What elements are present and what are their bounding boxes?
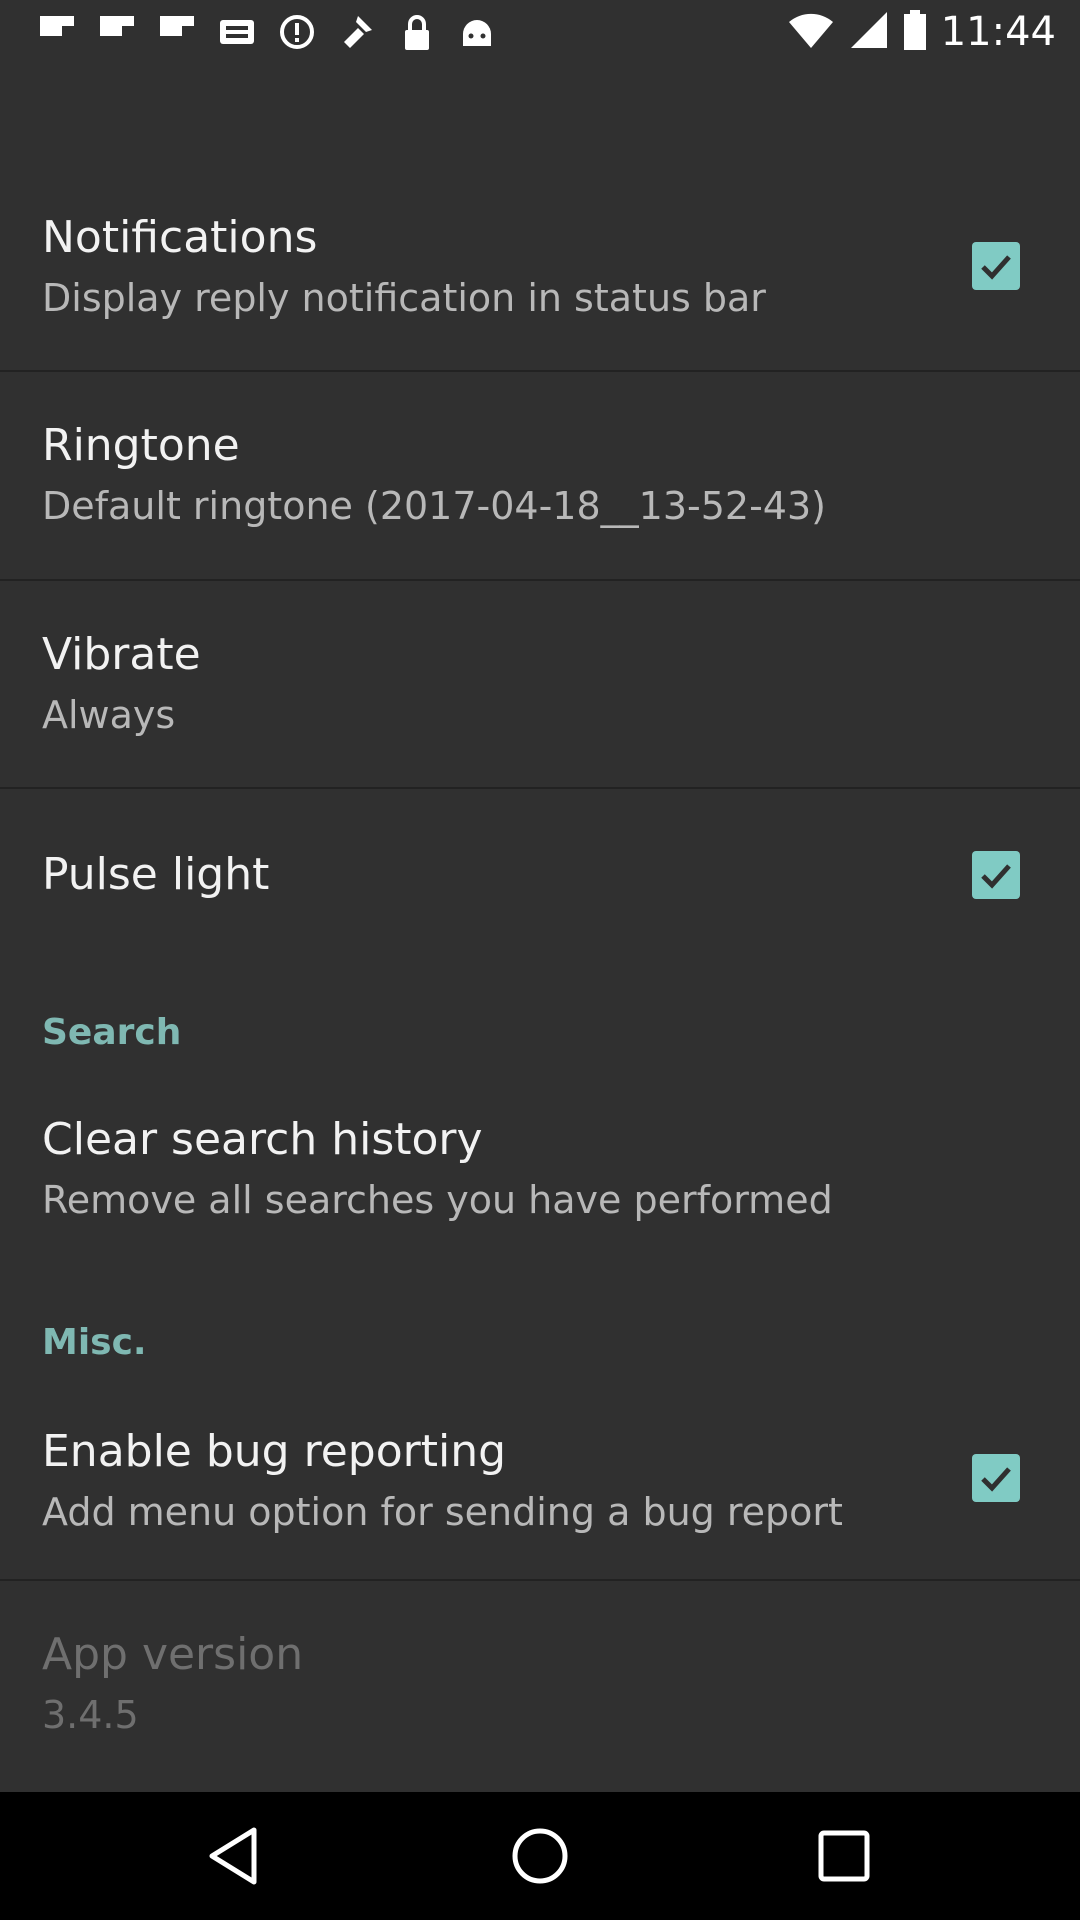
settings-screen: 11:44 Notifications Display reply notifi… [0,0,1080,1920]
checkmark-icon [981,1467,1011,1492]
clock: 11:44 [940,9,1056,55]
search-section-header: Search [42,1012,182,1053]
app-version-summary: 3.4.5 [42,1693,139,1737]
battery-icon [903,10,927,54]
back-icon [209,1827,257,1885]
signal-icon [849,10,889,54]
flipboard-icon [98,12,136,52]
app-version-setting: App version 3.4.5 [0,1581,1080,1788]
misc-section-header: Misc. [42,1322,147,1363]
enable-bug-reporting-checkbox[interactable] [972,1454,1020,1502]
flipboard-icon [158,12,196,52]
home-icon [512,1828,568,1884]
flipboard-icon [38,12,76,52]
home-button[interactable] [500,1816,580,1896]
pulse-light-setting[interactable]: Pulse light [0,789,1080,959]
wifi-icon [787,10,835,54]
alert-icon [278,12,316,52]
inbox-icon [218,12,256,52]
notifications-summary: Display reply notification in status bar [42,276,766,320]
enable-bug-reporting-setting[interactable]: Enable bug reporting Add menu option for… [0,1390,1080,1580]
status-system-icons: 11:44 [787,8,1056,56]
fake-gps-icon [338,12,376,52]
navigation-bar [0,1792,1080,1920]
app-version-title: App version [42,1629,304,1680]
notifications-checkbox[interactable] [972,242,1020,290]
pulse-light-checkbox[interactable] [972,851,1020,899]
vibrate-setting[interactable]: Vibrate Always [0,581,1080,788]
recents-button[interactable] [804,1816,884,1896]
ringtone-title: Ringtone [42,420,240,471]
status-notification-icons [38,10,496,54]
clear-search-history-title: Clear search history [42,1114,483,1165]
notifications-title: Notifications [42,212,318,263]
ringtone-setting[interactable]: Ringtone Default ringtone (2017-04-18__1… [0,372,1080,580]
clear-search-history-setting[interactable]: Clear search history Remove all searches… [0,1080,1080,1280]
pulse-light-title: Pulse light [42,849,270,900]
enable-bug-reporting-title: Enable bug reporting [42,1426,507,1477]
lock-icon [398,12,436,52]
checkmark-icon [981,864,1011,889]
clear-search-history-summary: Remove all searches you have performed [42,1178,833,1222]
vibrate-title: Vibrate [42,629,201,680]
enable-bug-reporting-summary: Add menu option for sending a bug report [42,1490,843,1534]
checkmark-icon [981,255,1011,280]
ringtone-summary: Default ringtone (2017-04-18__13-52-43) [42,484,826,528]
back-button[interactable] [196,1816,276,1896]
vibrate-summary: Always [42,693,176,737]
recents-icon [818,1830,870,1882]
notifications-setting[interactable]: Notifications Display reply notification… [0,180,1080,370]
status-bar: 11:44 [0,0,1080,64]
android-icon [458,12,496,52]
